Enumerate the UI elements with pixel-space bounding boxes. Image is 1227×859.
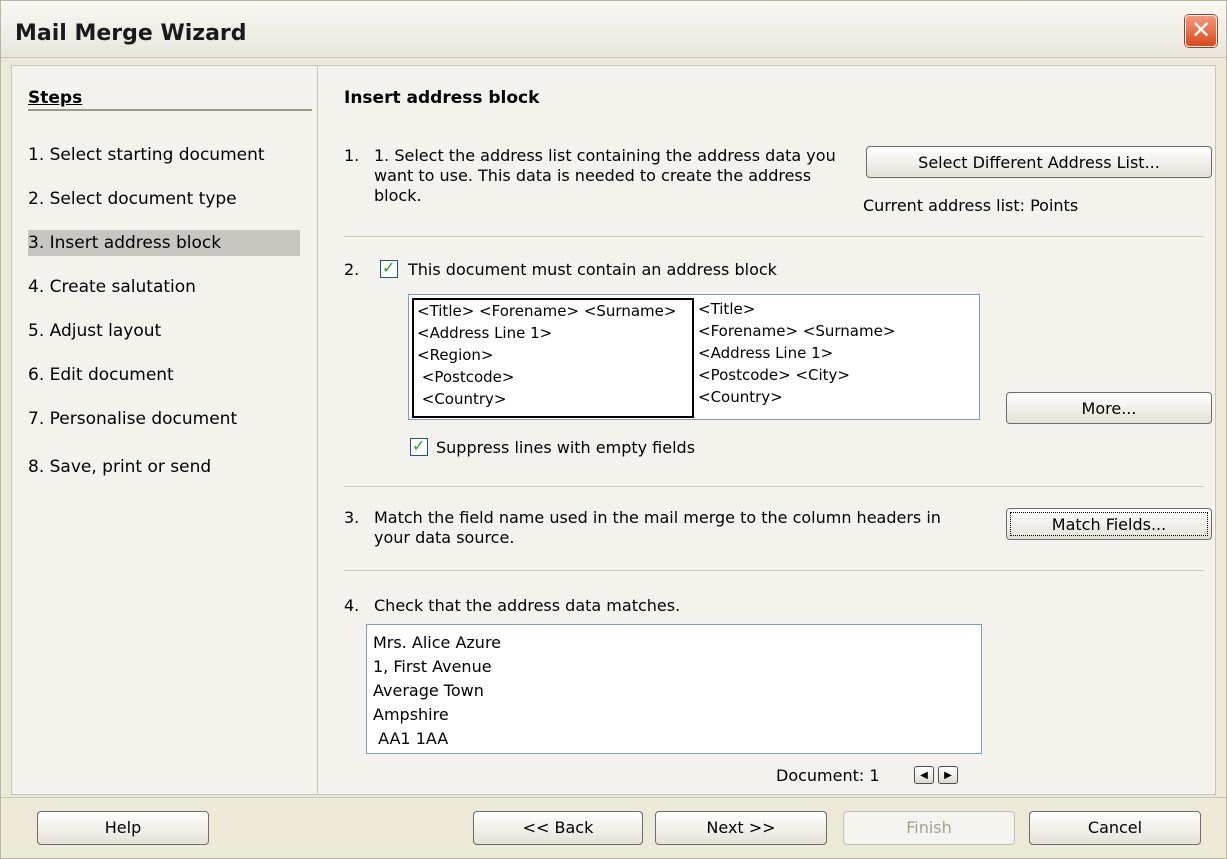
address-line: Mrs. Alice Azure [373,633,502,652]
step-item-6[interactable]: 6. Edit document [28,362,300,388]
address-block-preview: <Title> <Forename> <Surname> <Address Li… [408,294,980,420]
section3-text: Match the field name used in the mail me… [374,508,941,547]
step-item-3-active[interactable]: 3. Insert address block [28,230,300,256]
step-item-1[interactable]: 1. Select starting document [28,142,300,168]
previous-document-icon[interactable]: ◀ [914,766,934,784]
step-item-4[interactable]: 4. Create salutation [28,274,300,300]
section-divider [344,570,1204,571]
step-item-7[interactable]: 7. Personalise document [28,406,300,432]
current-address-list-label: Current address list: Points [863,196,1079,215]
section2-number: 2. [344,260,360,279]
window-title: Mail Merge Wizard [15,21,247,46]
footer-divider [1,797,1226,798]
section4-number: 4. [344,596,360,615]
mail-merge-wizard-window: Mail Merge Wizard ✕ Steps 1. Select star… [0,0,1227,859]
address-block-option-selected[interactable]: <Title> <Forename> <Surname> <Address Li… [412,298,694,418]
section1-number: 1. [344,146,360,165]
page-title: Insert address block [344,88,540,108]
select-different-address-list-button[interactable]: Select Different Address List... [866,146,1212,178]
address-line: 1, First Avenue [373,657,492,676]
cancel-button[interactable]: Cancel [1029,811,1201,845]
step-item-5[interactable]: 5. Adjust layout [28,318,300,344]
address-preview-box: Mrs. Alice Azure 1, First Avenue Average… [366,624,982,754]
title-bar: Mail Merge Wizard ✕ [1,1,1226,58]
finish-button: Finish [843,811,1015,845]
match-fields-button[interactable]: Match Fields... [1006,508,1212,540]
steps-title: Steps [28,88,83,108]
next-button[interactable]: Next >> [655,811,827,845]
steps-divider [28,109,312,111]
close-icon[interactable]: ✕ [1185,15,1217,47]
step-item-2[interactable]: 2. Select document type [28,186,300,212]
section1-text: 1. Select the address list containing th… [374,146,836,205]
more-button[interactable]: More... [1006,392,1212,424]
help-button[interactable]: Help [37,811,209,845]
section-divider [344,236,1204,237]
suppress-empty-lines-label: Suppress lines with empty fields [436,438,696,457]
steps-panel: Steps 1. Select starting document 2. Sel… [11,65,318,795]
address-line: Average Town [373,681,484,700]
step-item-8[interactable]: 8. Save, print or send [28,454,300,480]
main-panel: Insert address block 1. 1. Select the ad… [317,65,1216,795]
back-button[interactable]: << Back [473,811,643,845]
address-block-checkbox-label: This document must contain an address bl… [408,260,777,279]
suppress-empty-lines-checkbox[interactable] [410,436,428,456]
document-number-label: Document: 1 [776,766,880,785]
next-document-icon[interactable]: ▶ [938,766,958,784]
address-block-option[interactable]: <Title> <Forename> <Surname> <Address Li… [696,298,978,418]
section3-number: 3. [344,508,360,527]
section-divider [344,486,1204,487]
section4-text: Check that the address data matches. [374,596,681,615]
address-line: AA1 1AA [373,729,449,748]
address-line: Ampshire [373,705,449,724]
address-block-checkbox[interactable] [380,258,398,278]
